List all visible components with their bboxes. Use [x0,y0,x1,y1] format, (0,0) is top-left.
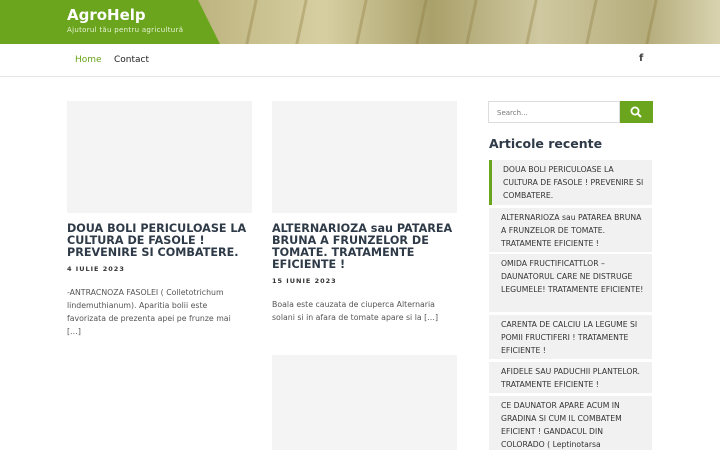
recent-post-link[interactable]: DOUA BOLI PERICULOASE LA CULTURA DE FASO… [489,160,652,205]
wheat-decor [465,0,478,44]
post-thumbnail[interactable] [272,101,457,213]
wheat-decor [295,0,308,44]
wheat-decor [525,0,538,44]
main-nav: Home Contact f [0,44,720,77]
recent-post-link[interactable]: OMIDA FRUCTIFICATTLOR – DAUNATORUL CARE … [489,254,652,312]
search-button[interactable] [620,101,653,123]
search-icon [630,106,642,118]
facebook-icon[interactable]: f [639,53,643,64]
nav-contact[interactable]: Contact [114,55,149,65]
site-tagline: Ajutorul tău pentru agricultură [67,26,184,34]
post-thumbnail[interactable] [272,355,457,450]
wheat-decor [645,0,658,44]
recent-posts-title: Articole recente [489,136,603,151]
nav-home[interactable]: Home [75,55,102,65]
wheat-decor [415,0,428,44]
recent-post-link[interactable]: AFIDELE SAU PADUCHII PLANTELOR. TRATAMEN… [489,362,652,393]
post-title[interactable]: DOUA BOLI PERICULOASE LA CULTURA DE FASO… [67,223,257,259]
recent-post-link[interactable]: CE DAUNATOR APARE ACUM IN GRADINA SI CUM… [489,396,652,450]
search-input[interactable]: Search... [488,101,620,123]
post-thumbnail[interactable] [67,101,252,213]
recent-post-link[interactable]: ALTERNARIOZA sau PATAREA BRUNA A FRUNZEL… [489,208,652,252]
wheat-decor [355,0,368,44]
post-date: 4 IULIE 2023 [67,265,125,273]
post-title[interactable]: ALTERNARIOZA sau PATAREA BRUNA A FRUNZEL… [272,223,462,271]
post-date: 15 IUNIE 2023 [272,277,337,285]
wheat-decor [585,0,598,44]
site-header: AgroHelp Ajutorul tău pentru agricultură [0,0,720,44]
recent-post-link[interactable]: CARENTA DE CALCIU LA LEGUME SI POMII FRU… [489,315,652,359]
site-title[interactable]: AgroHelp [67,6,146,24]
post-excerpt: Boala este cauzata de ciuperca Alternari… [272,300,438,322]
wheat-decor [245,0,258,44]
post-excerpt: -ANTRACNOZA FASOLEI ( Colletotrichum lin… [67,288,231,336]
